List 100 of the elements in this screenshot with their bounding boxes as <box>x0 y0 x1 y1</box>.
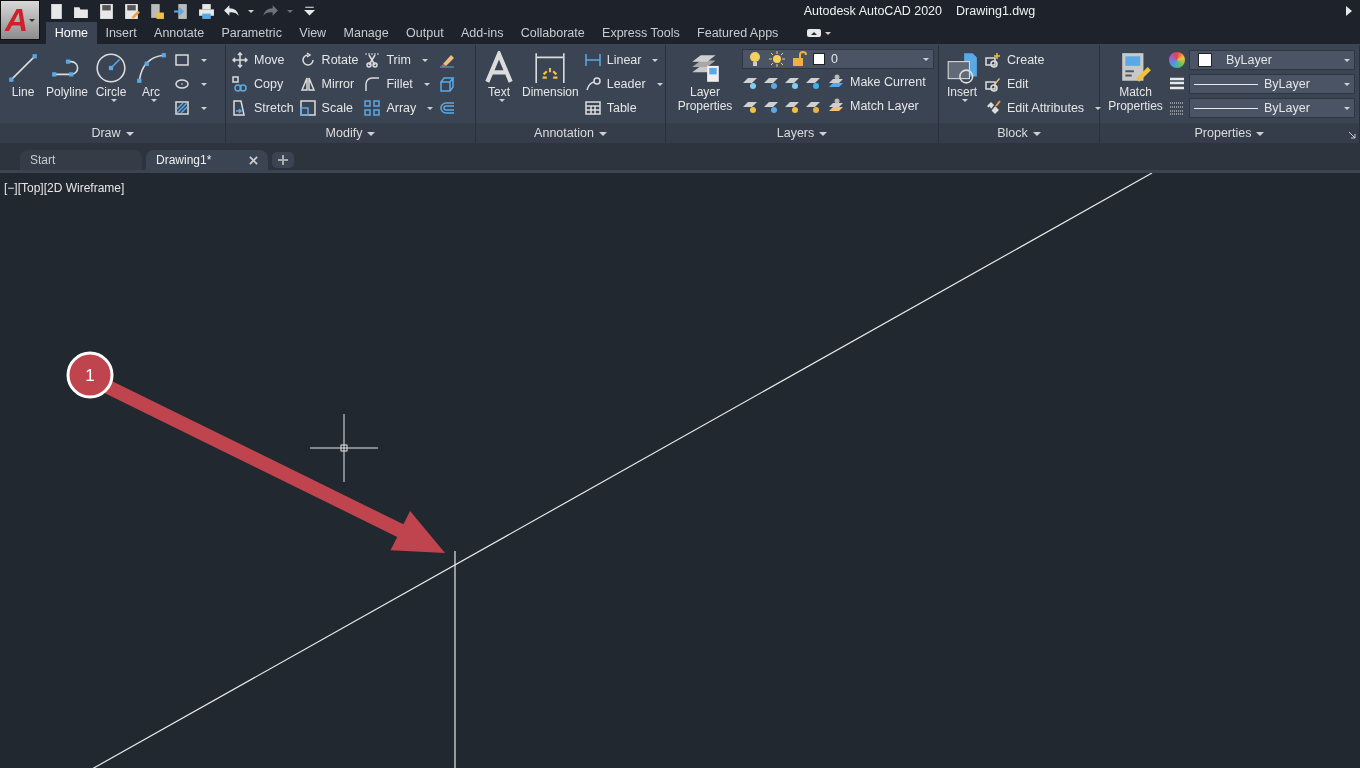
viewport-label[interactable]: [−][Top][2D Wireframe] <box>4 181 125 195</box>
panel-title[interactable]: Properties <box>1194 126 1265 140</box>
ribbon-tab[interactable]: Output <box>397 22 453 44</box>
ribbon-button[interactable]: Line <box>4 49 42 119</box>
box-icon <box>439 76 456 92</box>
save-as-icon[interactable] <box>123 2 140 20</box>
panel-title[interactable]: Layers <box>776 126 828 140</box>
caret-icon <box>923 57 929 61</box>
caret-icon <box>367 131 376 136</box>
property-dropdown[interactable]: ByLayer <box>1189 74 1355 94</box>
mirror-icon <box>299 76 316 92</box>
edit-block-icon <box>985 76 1001 92</box>
ribbon-tab[interactable]: Manage <box>334 22 398 44</box>
save-icon[interactable] <box>98 2 115 20</box>
caret-icon <box>427 106 434 110</box>
ribbon-button[interactable]: Table <box>582 97 665 119</box>
ribbon-tab[interactable]: View <box>290 22 335 44</box>
caret-icon <box>598 131 607 136</box>
caret-icon <box>1344 106 1350 110</box>
ribbon-tab[interactable]: Featured Apps <box>688 22 788 44</box>
ribbon-tab[interactable]: Insert <box>96 22 146 44</box>
match-layer-icon <box>828 98 844 114</box>
offset-icon <box>439 100 456 116</box>
new-file-icon[interactable] <box>48 2 65 20</box>
color-swatch <box>1198 53 1212 67</box>
caret-icon <box>201 58 208 62</box>
caret-icon <box>825 31 832 35</box>
ribbon-button[interactable]: Match Layer <box>826 95 921 117</box>
sun-icon <box>769 51 785 67</box>
ribbon-tab[interactable]: Add-ins <box>452 22 513 44</box>
ribbon-button[interactable]: Polyline <box>44 49 91 119</box>
ribbon-button[interactable]: Array <box>362 97 436 119</box>
document-tab[interactable]: Drawing1* <box>146 150 268 170</box>
ribbon-button[interactable]: Linear <box>582 49 665 71</box>
ribbon-button[interactable]: Match Properties <box>1104 49 1167 119</box>
caret-icon <box>110 99 117 102</box>
ellipse-icon <box>174 76 191 92</box>
callout-circle <box>66 351 114 399</box>
panel-title[interactable]: Modify <box>325 126 376 140</box>
caret-icon <box>652 58 659 62</box>
product-title: Autodesk AutoCAD 2020 <box>803 4 943 18</box>
panel-title[interactable]: Draw <box>91 126 134 140</box>
ribbon-button[interactable]: Arc <box>132 49 171 119</box>
ribbon-button[interactable]: Fillet <box>362 73 436 95</box>
ribbon-button[interactable]: Stretch <box>230 97 296 119</box>
ribbon-button[interactable]: Insert <box>943 49 981 119</box>
fillet-icon <box>364 76 381 92</box>
minimize-icon <box>807 29 822 37</box>
ribbon-button[interactable]: Layer Properties <box>670 49 740 119</box>
ribbon-button[interactable]: Move <box>230 49 296 71</box>
document-tab[interactable]: Start <box>20 150 142 170</box>
new-tab-button[interactable] <box>272 152 294 168</box>
crosshair-cursor <box>309 413 379 483</box>
ribbon-button[interactable]: Scale <box>297 97 361 119</box>
ribbon-button[interactable]: Trim <box>362 49 436 71</box>
ribbon-tab[interactable]: Collaborate <box>512 22 594 44</box>
ribbon-button[interactable]: Mirror <box>297 73 361 95</box>
ribbon-button[interactable]: Dimension <box>520 49 581 119</box>
layer-dropdown[interactable]: 0 <box>742 49 934 69</box>
ribbon-button[interactable]: Leader <box>582 73 665 95</box>
caret-icon <box>1344 82 1350 86</box>
ribbon-tab[interactable]: Express Tools <box>593 22 689 44</box>
caret-icon <box>1032 131 1041 136</box>
ribbon-tab[interactable]: Annotate <box>145 22 213 44</box>
caret-icon <box>498 99 505 102</box>
caret-icon <box>201 106 208 110</box>
array-icon <box>364 100 381 116</box>
caret-icon <box>125 131 134 136</box>
unlock-icon <box>791 51 807 67</box>
arc-icon <box>134 51 169 85</box>
ribbon-button[interactable]: Edit Attributes <box>983 97 1104 119</box>
dimension-icon <box>533 51 568 85</box>
caret-icon <box>29 18 36 22</box>
ribbon-button[interactable]: Rotate <box>297 49 361 71</box>
expand-arrow-icon[interactable] <box>1346 6 1352 16</box>
print-icon[interactable] <box>198 2 215 20</box>
property-dropdown[interactable]: ByLayer <box>1189 50 1355 70</box>
close-icon[interactable] <box>249 155 258 165</box>
callout-number: 1 <box>85 366 95 385</box>
create-block-icon <box>985 52 1001 68</box>
save-to-web-icon[interactable] <box>173 2 190 20</box>
caret-icon <box>1256 131 1265 136</box>
ribbon-button[interactable]: Copy <box>230 73 296 95</box>
rotate-icon <box>299 52 316 68</box>
ribbon-button[interactable]: Create <box>983 49 1104 71</box>
ribbon-button[interactable]: Make Current <box>826 71 928 93</box>
property-dropdown[interactable]: ByLayer <box>1189 98 1355 118</box>
caret-icon <box>201 82 208 86</box>
ribbon-button[interactable]: Edit <box>983 73 1104 95</box>
ribbon-button[interactable]: Text <box>480 49 518 119</box>
edit-attributes-icon <box>985 100 1001 116</box>
panel-title[interactable]: Block <box>997 126 1041 140</box>
ribbon-button[interactable]: Circle <box>92 49 131 119</box>
dialog-launcher-icon[interactable] <box>1348 131 1356 139</box>
color-wheel-icon <box>1169 52 1185 68</box>
ribbon-tab[interactable]: Home <box>46 22 97 44</box>
ribbon-tab[interactable]: Parametric <box>212 22 291 44</box>
caret-icon <box>150 99 157 102</box>
rectangle-icon <box>174 52 191 68</box>
open-from-web-icon[interactable] <box>148 2 165 20</box>
